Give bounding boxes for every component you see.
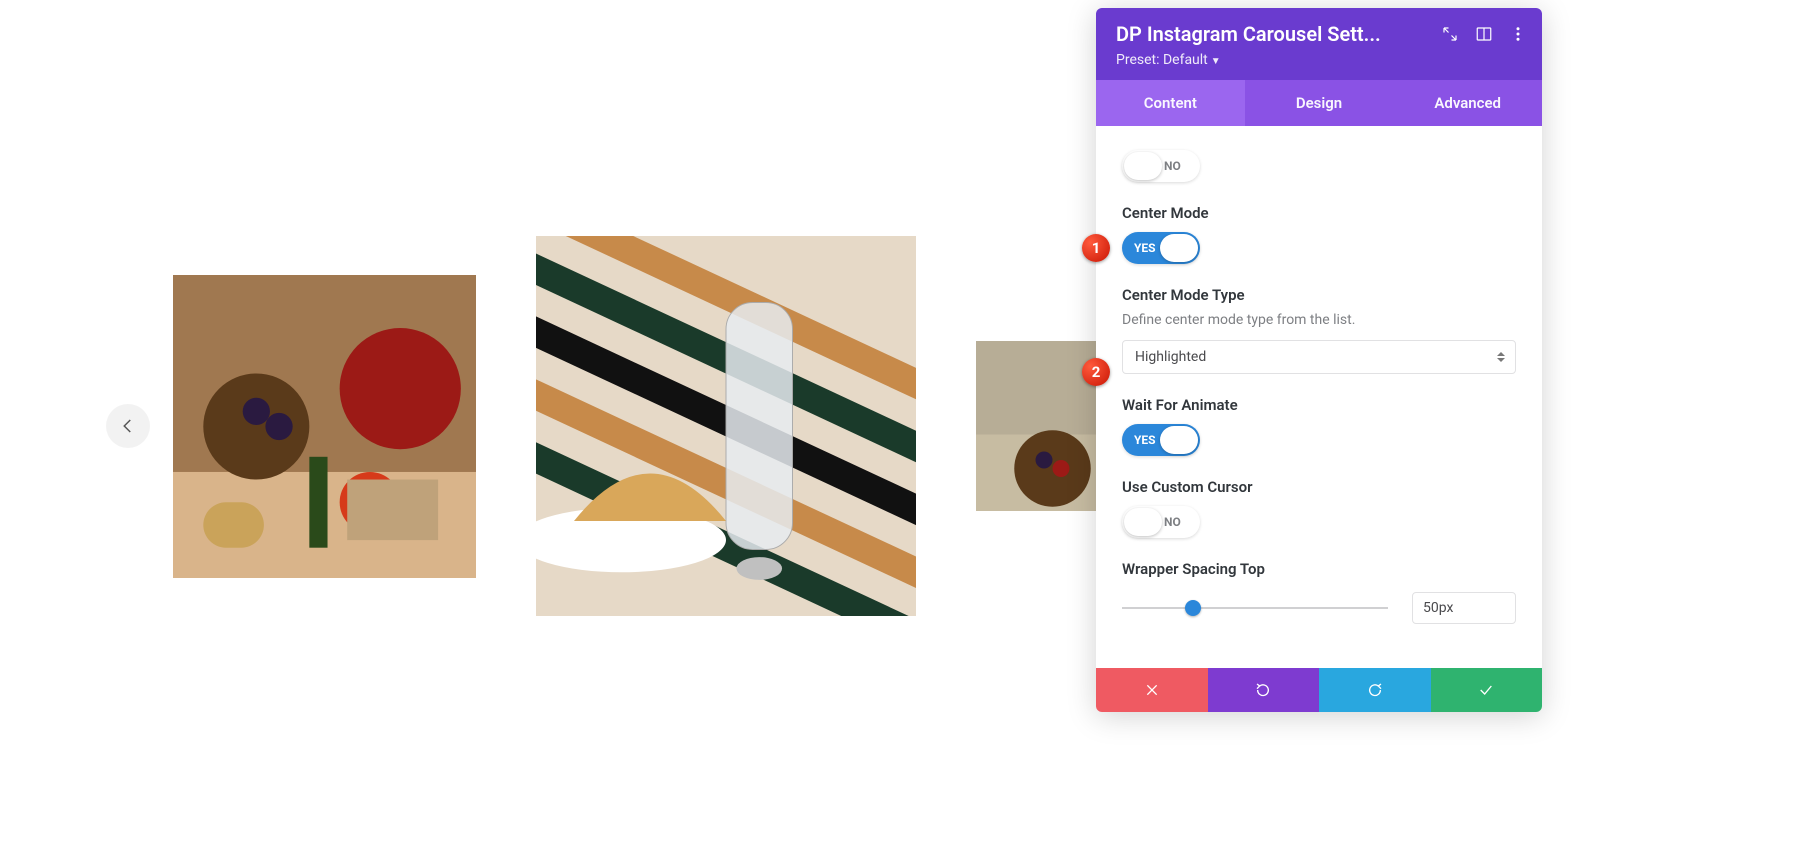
annotation-badge-2: 2 — [1082, 358, 1110, 386]
toggle-center-mode[interactable]: YES — [1122, 232, 1200, 264]
field-label: Wrapper Spacing Top — [1122, 560, 1516, 578]
toggle-use-custom-cursor[interactable]: NO — [1122, 506, 1200, 538]
field-label: Center Mode Type — [1122, 286, 1516, 304]
toggle-knob — [1160, 234, 1198, 262]
field-label: Use Custom Cursor — [1122, 478, 1516, 496]
field-label: Center Mode — [1122, 204, 1516, 222]
panel-layout-icon[interactable] — [1474, 24, 1494, 44]
carousel-preview — [0, 0, 1096, 852]
slider-wrapper-spacing-top[interactable] — [1122, 607, 1388, 609]
carousel-prev-button[interactable] — [106, 404, 150, 448]
select-value: Highlighted — [1135, 349, 1206, 365]
field-previous-toggle: NO — [1122, 150, 1516, 182]
toggle-knob — [1124, 508, 1162, 536]
annotation-badge-1: 1 — [1082, 234, 1110, 262]
field-wait-for-animate: Wait For Animate YES — [1122, 396, 1516, 456]
panel-tabs: Content Design Advanced — [1096, 80, 1542, 126]
toggle-state-text: NO — [1164, 159, 1181, 173]
tab-advanced[interactable]: Advanced — [1393, 80, 1542, 126]
confirm-button[interactable] — [1431, 668, 1543, 712]
field-wrapper-spacing-top: Wrapper Spacing Top — [1122, 560, 1516, 624]
panel-header: DP Instagram Carousel Sett... Preset: De… — [1096, 8, 1542, 80]
check-icon — [1478, 682, 1494, 698]
toggle-knob — [1124, 152, 1162, 180]
input-wrapper-spacing-top[interactable] — [1412, 592, 1516, 624]
expand-icon[interactable] — [1440, 24, 1460, 44]
settings-panel: DP Instagram Carousel Sett... Preset: De… — [1096, 8, 1542, 712]
select-center-mode-type[interactable]: Highlighted — [1122, 340, 1516, 374]
toggle-state-text: YES — [1134, 433, 1156, 447]
close-icon — [1144, 682, 1160, 698]
field-description: Define center mode type from the list. — [1122, 312, 1516, 328]
field-center-mode-type: Center Mode Type Define center mode type… — [1122, 286, 1516, 374]
field-label: Wait For Animate — [1122, 396, 1516, 414]
undo-button[interactable] — [1208, 668, 1320, 712]
carousel-slide-center[interactable] — [536, 236, 916, 616]
chevron-left-icon — [119, 417, 137, 435]
cancel-button[interactable] — [1096, 668, 1208, 712]
toggle-state-text: YES — [1134, 241, 1156, 255]
redo-icon — [1367, 682, 1383, 698]
select-caret-icon — [1497, 352, 1505, 362]
redo-button[interactable] — [1319, 668, 1431, 712]
panel-body[interactable]: NO Center Mode YES Center Mode Type Defi… — [1096, 126, 1542, 668]
preset-selector[interactable]: Preset: Default▼ — [1116, 52, 1522, 68]
carousel-track — [0, 196, 1096, 656]
more-menu-icon[interactable] — [1508, 24, 1528, 44]
panel-actions — [1096, 668, 1542, 712]
carousel-slide[interactable] — [173, 275, 476, 578]
undo-icon — [1255, 682, 1271, 698]
toggle-wait-for-animate[interactable]: YES — [1122, 424, 1200, 456]
toggle-previous[interactable]: NO — [1122, 150, 1200, 182]
toggle-knob — [1160, 426, 1198, 454]
field-center-mode: Center Mode YES — [1122, 204, 1516, 264]
toggle-state-text: NO — [1164, 515, 1181, 529]
tab-content[interactable]: Content — [1096, 80, 1245, 126]
caret-down-icon: ▼ — [1211, 56, 1221, 67]
field-use-custom-cursor: Use Custom Cursor NO — [1122, 478, 1516, 538]
preset-label: Preset: Default — [1116, 52, 1208, 68]
tab-design[interactable]: Design — [1245, 80, 1394, 126]
